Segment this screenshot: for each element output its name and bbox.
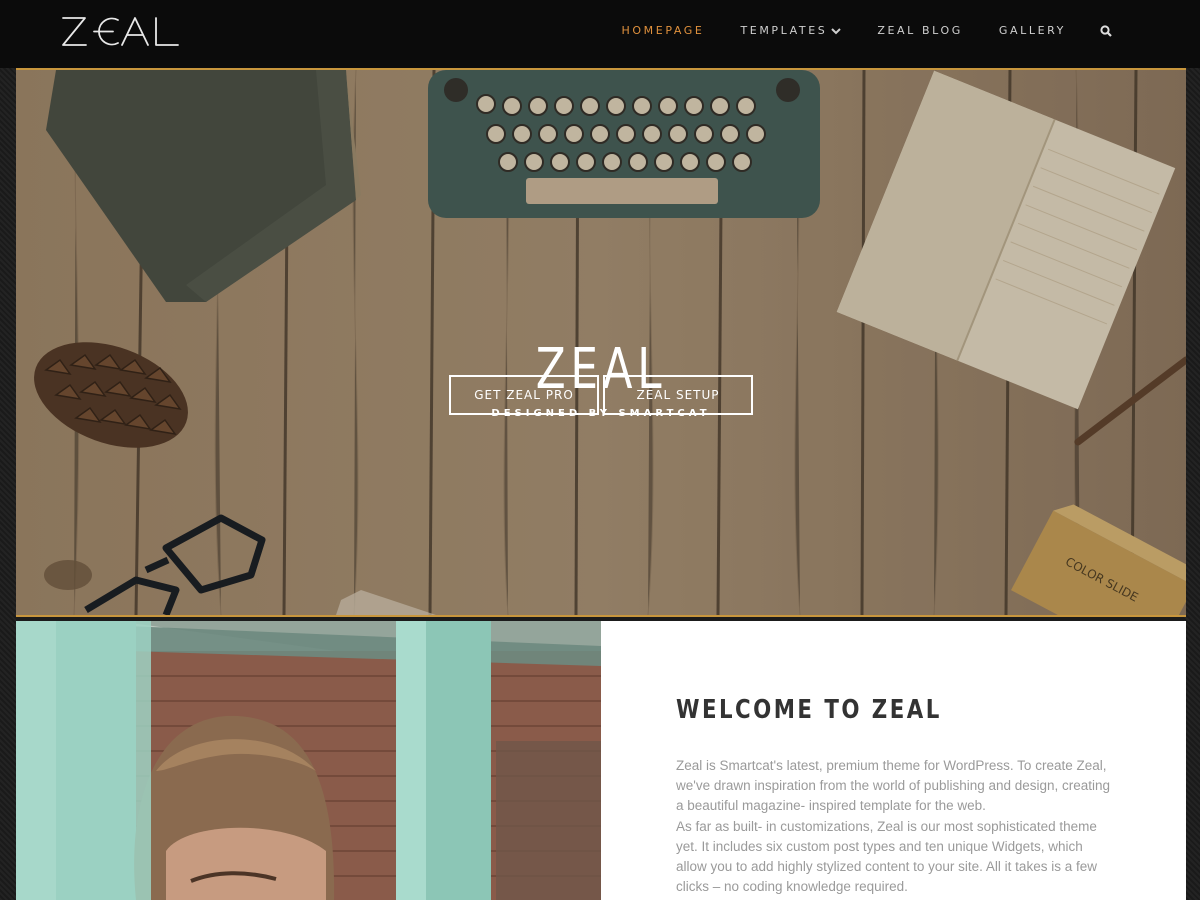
- hero-title: ZEAL: [535, 337, 667, 402]
- zeal-logo-icon: [62, 17, 179, 46]
- zeal-setup-button[interactable]: ZEAL SETUP: [603, 375, 753, 415]
- hero-bottom-divider: [16, 615, 1186, 617]
- welcome-paragraph-1: Zeal is Smartcat's latest, premium theme…: [676, 758, 1111, 813]
- search-icon[interactable]: [1100, 24, 1112, 37]
- nav-templates[interactable]: TEMPLATES: [740, 24, 842, 37]
- welcome-photo: [16, 621, 601, 900]
- welcome-section: WELCOME TO ZEAL Zeal is Smartcat's lates…: [601, 621, 1186, 900]
- get-zeal-pro-button[interactable]: GET ZEAL PRO: [449, 375, 599, 415]
- left-frame-texture: [0, 0, 16, 900]
- nav-homepage[interactable]: HOMEPAGE: [622, 24, 705, 37]
- site-logo[interactable]: [60, 10, 182, 50]
- welcome-paragraph-2: As far as built- in customizations, Zeal…: [676, 819, 1097, 894]
- top-navbar: HOMEPAGE TEMPLATES ZEAL BLOG GALLERY: [0, 0, 1200, 68]
- woman-portrait-image: [16, 621, 601, 900]
- chevron-down-icon: [831, 27, 842, 34]
- main-nav: HOMEPAGE TEMPLATES ZEAL BLOG GALLERY: [586, 24, 1112, 37]
- hero-subtitle: DESIGNED BY SMARTCAT: [491, 408, 711, 419]
- nav-zeal-blog[interactable]: ZEAL BLOG: [877, 24, 963, 37]
- nav-gallery[interactable]: GALLERY: [999, 24, 1066, 37]
- welcome-title: WELCOME TO ZEAL: [676, 695, 942, 725]
- hero-banner: COLOR SLIDE ZEAL DESIGNED BY SMARTCAT GE…: [16, 70, 1186, 615]
- right-frame-texture: [1184, 0, 1200, 900]
